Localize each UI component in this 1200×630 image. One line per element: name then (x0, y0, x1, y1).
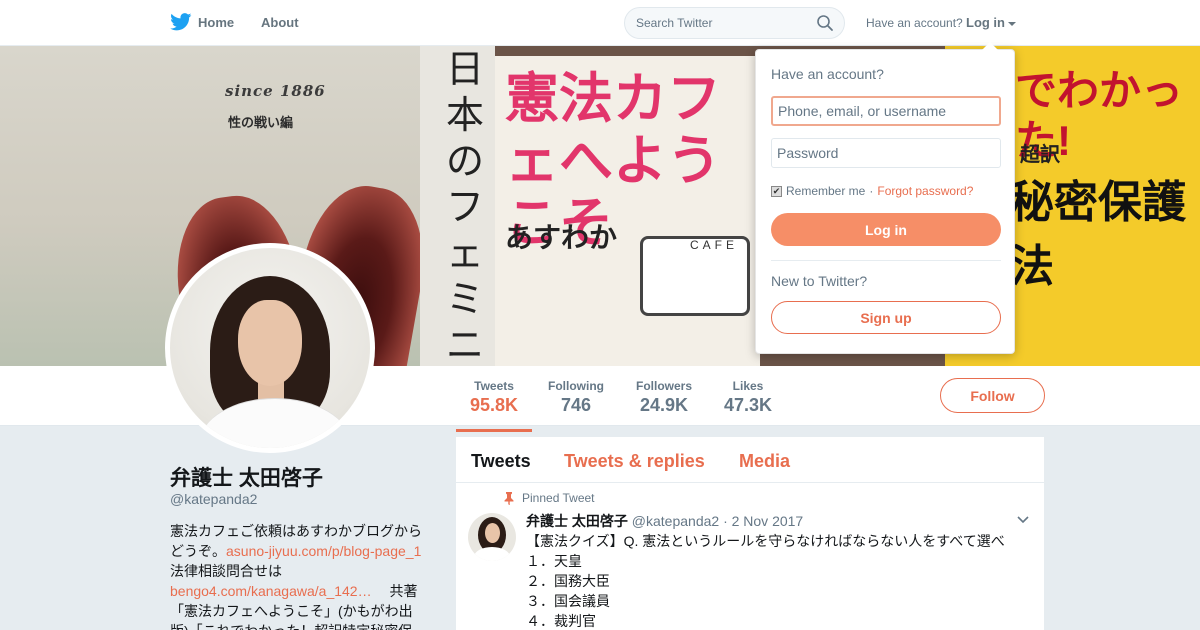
banner-cup-text: CAFE (690, 238, 739, 252)
nav-home[interactable]: Home (170, 13, 234, 31)
stat-following[interactable]: Following 746 (548, 379, 604, 416)
timeline-tabs: Tweets Tweets & replies Media (456, 437, 1044, 483)
signup-button[interactable]: Sign up (771, 301, 1001, 334)
banner-vertical-title: 日本のフェミニズ (446, 47, 485, 366)
tweet-line: ３．国会議員 (526, 593, 610, 609)
dropdown-divider (771, 260, 1001, 261)
banner-left-subtitle: 性の戦い編 (228, 115, 294, 130)
twitter-bird-icon (170, 13, 192, 31)
tweet-avatar-shirt (474, 547, 510, 561)
search-input[interactable]: Search Twitter (636, 16, 712, 30)
have-account-text: Have an account? (866, 16, 963, 30)
remember-separator: · (869, 184, 874, 198)
login-dropdown-toggle[interactable]: Log in (966, 15, 1016, 30)
username-input[interactable] (771, 96, 1001, 126)
tweet-date[interactable]: · 2 Nov 2017 (723, 513, 803, 529)
search-icon[interactable] (816, 14, 834, 32)
tweet-avatar-face (485, 523, 500, 543)
remember-me-checkbox[interactable]: ✔ (771, 185, 782, 197)
avatar-face (238, 300, 302, 386)
new-to-twitter-text: New to Twitter? (771, 273, 868, 289)
tab-media[interactable]: Media (739, 451, 790, 472)
stat-followers[interactable]: Followers 24.9K (636, 379, 692, 416)
stat-value: 24.9K (639, 395, 689, 415)
tweet-line: ４．裁判官 (526, 613, 596, 629)
stat-tweets[interactable]: Tweets 95.8K (455, 379, 533, 432)
banner-right-main: 秘密保護法 (1010, 178, 1186, 291)
timeline: Tweets Tweets & replies Media Pinned Twe… (456, 437, 1044, 630)
stat-label: Tweets (474, 379, 514, 393)
tab-tweets[interactable]: Tweets (471, 451, 531, 472)
pinned-tweet-label: Pinned Tweet (522, 491, 595, 505)
stat-value: 746 (560, 395, 592, 415)
profile-handle[interactable]: @katepanda2 (170, 491, 257, 507)
banner-right-sub: 超訳 (1020, 144, 1060, 166)
top-navigation: Home About Search Twitter Have an accoun… (0, 0, 1200, 46)
tweet-line: １．天皇 (526, 553, 582, 569)
tweet-text: 【憲法クイズ】Q. 憲法というルールを守らなければならない人をすべて選べ １．天… (526, 531, 1038, 630)
login-dropdown-title: Have an account? (771, 66, 884, 82)
bio-link-bengo4[interactable]: bengo4.com/kanagawa/a_142… (170, 583, 372, 599)
tab-tweets-and-replies[interactable]: Tweets & replies (564, 451, 705, 472)
stat-label: Following (548, 379, 604, 393)
stat-value: 47.3K (724, 395, 773, 415)
profile-name[interactable]: 弁護士 太田啓子 (170, 462, 323, 492)
caret-down-icon (1008, 21, 1016, 26)
login-link-label: Log in (966, 15, 1005, 30)
tweet-line: ２．国務大臣 (526, 573, 610, 589)
bio-link-blog[interactable]: asuno-jiyuu.com/p/blog-page_1 (226, 543, 421, 559)
stat-label: Followers (636, 379, 693, 393)
tweet-avatar[interactable] (468, 513, 516, 561)
pin-icon (504, 491, 514, 505)
tweet-author-name[interactable]: 弁護士 太田啓子 (526, 513, 628, 529)
stat-likes[interactable]: Likes 47.3K (724, 379, 772, 416)
tweet-author-handle[interactable]: @katepanda2 (632, 513, 719, 529)
profile-bio: 憲法カフェご依頼はあすわかブログからどうぞ。asuno-jiyuu.com/p/… (170, 521, 426, 630)
login-dropdown: Have an account? ✔ Remember me · Forgot … (755, 42, 1015, 354)
password-input[interactable] (771, 138, 1001, 168)
remember-row: ✔ Remember me · Forgot password? (771, 184, 973, 198)
nav-home-label: Home (198, 14, 235, 30)
login-button[interactable]: Log in (771, 213, 1001, 246)
search-box[interactable]: Search Twitter (624, 7, 845, 39)
chevron-down-icon[interactable] (1016, 513, 1030, 527)
remember-me-label[interactable]: Remember me (786, 184, 865, 198)
follow-button[interactable]: Follow (940, 378, 1045, 413)
tweet-header: 弁護士 太田啓子 @katepanda2 · 2 Nov 2017 (526, 511, 803, 531)
pinned-tweet-context: Pinned Tweet (504, 491, 595, 505)
tweet-line: 【憲法クイズ】Q. 憲法というルールを守らなければならない人をすべて選べ (526, 533, 1005, 549)
banner-middle-author: あすわか (505, 222, 618, 253)
stat-value: 95.8K (470, 395, 519, 415)
profile-avatar[interactable] (165, 243, 375, 453)
nav-about[interactable]: About (261, 15, 299, 30)
banner-since-text: since 1886 (225, 82, 326, 100)
stat-label: Likes (732, 379, 764, 393)
forgot-password-link[interactable]: Forgot password? (877, 184, 973, 198)
